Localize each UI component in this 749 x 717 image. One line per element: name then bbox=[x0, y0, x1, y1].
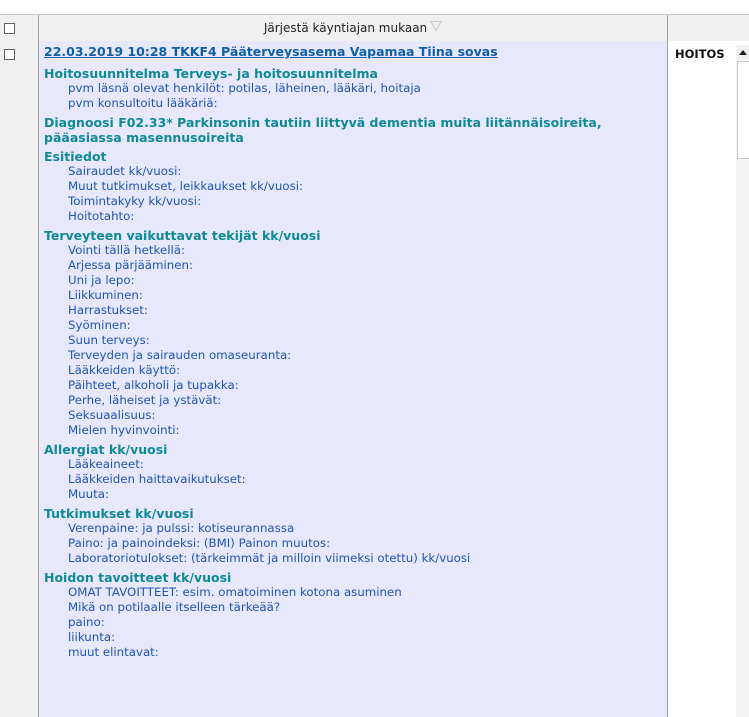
section-lines: Verenpaine: ja pulssi: kotiseurannassa Pa… bbox=[44, 521, 664, 566]
visit-entry-body: Hoitosuunnitelma Terveys- ja hoitosuunni… bbox=[44, 66, 664, 664]
section: Terveyteen vaikuttavat tekijät kk/vuosi V… bbox=[44, 228, 664, 442]
right-panel: HOITOS bbox=[668, 41, 749, 717]
list-header: Järjestä käyntiajan mukaan bbox=[0, 14, 749, 42]
section-line: Lääkkeiden käyttö: bbox=[68, 363, 181, 377]
section-line: Lääkkeiden haittavaikutukset: bbox=[68, 472, 246, 486]
section-heading: Diagnoosi F02.33* Parkinsonin tautiin li… bbox=[44, 115, 602, 145]
section-line: Hoitotahto: bbox=[68, 209, 135, 223]
section-lines: Sairaudet kk/vuosi: Muut tutkimukset, lei… bbox=[44, 164, 664, 224]
app-window: Järjestä käyntiajan mukaan 22.03.2019 10… bbox=[0, 0, 749, 717]
arrow-up-icon bbox=[738, 49, 747, 55]
select-all-checkbox[interactable] bbox=[4, 23, 15, 34]
section-line: Muut tutkimukset, leikkaukset kk/vuosi: bbox=[68, 179, 303, 193]
section-line: Perhe, läheiset ja ystävät: bbox=[68, 393, 222, 407]
section-line: paino: bbox=[68, 615, 105, 629]
section-line: Muuta: bbox=[68, 487, 109, 501]
section: Diagnoosi F02.33* Parkinsonin tautiin li… bbox=[44, 115, 664, 149]
section: Hoidon tavoitteet kk/vuosi OMAT TAVOITTEE… bbox=[44, 570, 664, 664]
scrollbar-thumb[interactable] bbox=[737, 61, 749, 159]
section-line: muut elintavat: bbox=[68, 645, 159, 659]
section-line: Harrastukset: bbox=[68, 303, 148, 317]
section-line: Laboratoriotulokset: (tärkeimmät ja mill… bbox=[68, 551, 471, 565]
sort-by-visit-time-button[interactable]: Järjestä käyntiajan mukaan bbox=[39, 15, 668, 41]
section-heading: Tutkimukset kk/vuosi bbox=[44, 506, 194, 521]
header-right-cell bbox=[668, 15, 749, 41]
section-line: Sairaudet kk/vuosi: bbox=[68, 164, 182, 178]
section-line: Mielen hyvinvointi: bbox=[68, 423, 180, 437]
section-line: Uni ja lepo: bbox=[68, 273, 135, 287]
row-checkbox-cell bbox=[0, 41, 39, 717]
section-heading: Allergiat kk/vuosi bbox=[44, 442, 168, 457]
section-lines: Vointi tällä hetkellä: Arjessa pärjäämine… bbox=[44, 243, 664, 438]
section-line: Lääkeaineet: bbox=[68, 457, 144, 471]
section-line: Terveyden ja sairauden omaseuranta: bbox=[68, 348, 292, 362]
section-line: pvm läsnä olevat henkilöt: potilas, lähe… bbox=[68, 81, 421, 95]
visit-entry-title-link[interactable]: 22.03.2019 10:28 TKKF4 Pääterveysasema V… bbox=[44, 44, 498, 59]
hoitos-column-label: HOITOS bbox=[675, 47, 725, 61]
scroll-up-button[interactable] bbox=[736, 45, 749, 59]
header-checkbox-cell bbox=[0, 15, 39, 41]
section-line: liikunta: bbox=[68, 630, 116, 644]
section-heading: Esitiedot bbox=[44, 149, 107, 164]
section: Esitiedot Sairaudet kk/vuosi: Muut tutkimu… bbox=[44, 149, 664, 228]
section-heading: Hoitosuunnitelma Terveys- ja hoitosuunni… bbox=[44, 66, 378, 81]
section-line: Liikkuminen: bbox=[68, 288, 143, 302]
section-line: Mikä on potilaalle itselleen tärkeää? bbox=[68, 600, 281, 614]
section-line: OMAT TAVOITTEET: esim. omatoiminen koton… bbox=[68, 585, 402, 599]
section-line: Seksuaalisuus: bbox=[68, 408, 156, 422]
sort-label: Järjestä käyntiajan mukaan bbox=[263, 21, 428, 35]
section-heading: Hoidon tavoitteet kk/vuosi bbox=[44, 570, 232, 585]
section-line: Toimintakyky kk/vuosi: bbox=[68, 194, 202, 208]
section: Hoitosuunnitelma Terveys- ja hoitosuunni… bbox=[44, 66, 664, 115]
section-line: Päihteet, alkoholi ja tupakka: bbox=[68, 378, 239, 392]
top-strip bbox=[0, 0, 749, 14]
section-line: pvm konsultoitu lääkäriä: bbox=[68, 96, 218, 110]
section-line: Verenpaine: ja pulssi: kotiseurannassa bbox=[68, 521, 295, 535]
visit-entry-panel: 22.03.2019 10:28 TKKF4 Pääterveysasema V… bbox=[39, 41, 668, 717]
row-select-checkbox[interactable] bbox=[4, 49, 15, 60]
section-lines: pvm läsnä olevat henkilöt: potilas, lähe… bbox=[44, 81, 664, 111]
section-line: Paino: ja painoindeksi: (BMI) Painon muu… bbox=[68, 536, 331, 550]
section: Tutkimukset kk/vuosi Verenpaine: ja pulss… bbox=[44, 506, 664, 570]
section-line: Suun terveys: bbox=[68, 333, 150, 347]
section-line: Arjessa pärjääminen: bbox=[68, 258, 193, 272]
section-line: Vointi tällä hetkellä: bbox=[68, 243, 185, 257]
section-lines: OMAT TAVOITTEET: esim. omatoiminen koton… bbox=[44, 585, 664, 660]
sort-descending-icon bbox=[430, 20, 443, 32]
section: Allergiat kk/vuosi Lääkeaineet: Lääkkeiden… bbox=[44, 442, 664, 506]
section-heading: Terveyteen vaikuttavat tekijät kk/vuosi bbox=[44, 228, 321, 243]
section-lines: Lääkeaineet: Lääkkeiden haittavaikutukset… bbox=[44, 457, 664, 502]
section-line: Syöminen: bbox=[68, 318, 131, 332]
